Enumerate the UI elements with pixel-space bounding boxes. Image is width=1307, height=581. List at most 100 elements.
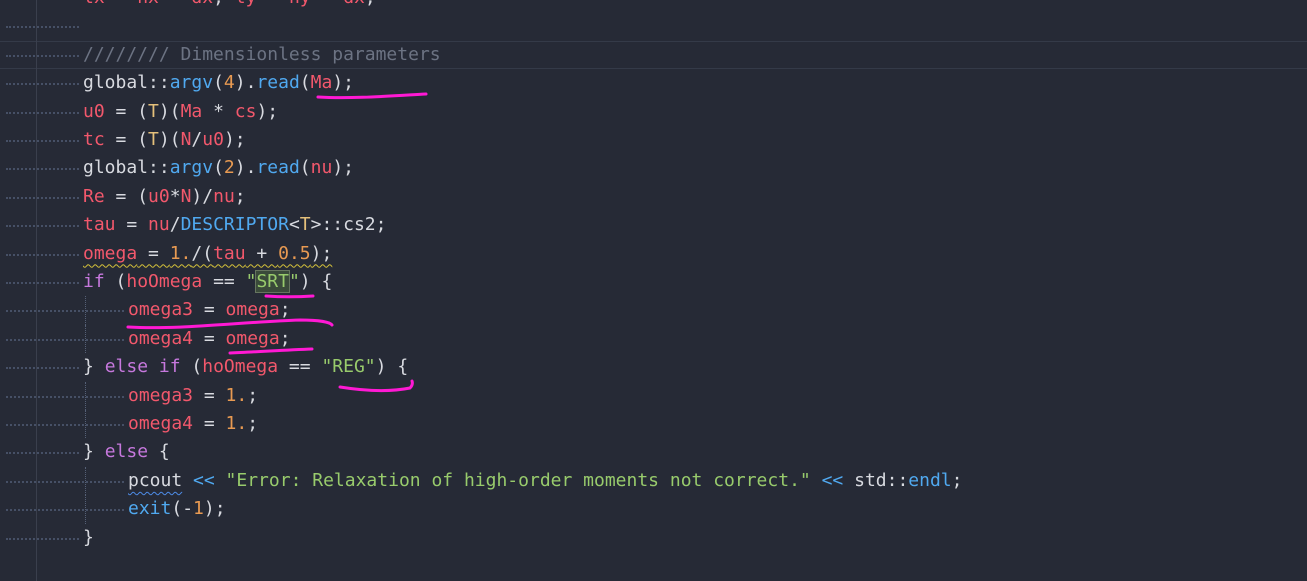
code-token: ). <box>234 72 257 94</box>
code-text[interactable]: omega4 = 1.; <box>128 410 258 438</box>
code-token: 1. <box>225 413 248 434</box>
code-token: < <box>288 214 300 236</box>
code-token: )/ <box>191 185 214 207</box>
code-token: = <box>193 299 226 321</box>
code-line[interactable]: omega = 1./(tau + 0.5); <box>0 240 1307 268</box>
code-line[interactable]: tc = (T)(N/u0); <box>0 126 1307 154</box>
code-token: Ma <box>310 72 333 94</box>
code-token: } <box>83 441 105 463</box>
code-token: = <box>105 0 138 8</box>
code-token: omega4 <box>128 413 194 434</box>
code-text[interactable]: //////// Dimensionless parameters <box>83 41 441 69</box>
code-line[interactable]: } else if (hoOmega == "REG") { <box>0 353 1307 381</box>
code-token: omega3 <box>128 384 194 406</box>
code-token: } <box>83 526 94 548</box>
code-token: nu <box>310 157 333 179</box>
code-text[interactable]: exit(-1); <box>128 495 226 523</box>
code-token: == <box>202 271 246 292</box>
code-token: omega <box>225 299 280 321</box>
code-token: N <box>180 185 192 207</box>
code-token: if <box>83 271 105 292</box>
code-token: u0 <box>202 129 224 150</box>
code-token: ny <box>289 0 311 8</box>
code-token: else if <box>104 356 181 378</box>
code-line[interactable]: } <box>0 524 1307 552</box>
code-token: } <box>83 356 105 378</box>
code-text[interactable]: u0 = (T)(Ma * cs); <box>83 98 278 126</box>
code-token: std:: <box>854 469 909 491</box>
code-token: " <box>245 271 257 292</box>
code-text[interactable]: omega4 = omega; <box>128 325 291 353</box>
code-token: dx <box>343 0 365 8</box>
whitespace-dots <box>6 83 79 86</box>
code-line[interactable]: omega3 = 1.; <box>0 381 1307 410</box>
code-text[interactable]: } else { <box>83 438 170 466</box>
code-line[interactable]: } else { <box>0 438 1307 466</box>
code-token: 2 <box>223 157 235 179</box>
code-text[interactable]: pcout << "Error: Relaxation of high-orde… <box>128 467 963 495</box>
code-token: tau <box>213 242 246 264</box>
code-line[interactable]: Re = (u0*N)/nu; <box>0 183 1307 211</box>
code-text[interactable]: omega = 1./(tau + 0.5); <box>83 240 332 268</box>
code-token: nu <box>213 185 235 207</box>
code-line[interactable]: //////// Dimensionless parameters <box>0 41 1307 69</box>
code-token: = ( <box>104 185 149 207</box>
code-line[interactable]: exit(-1); <box>0 495 1307 524</box>
code-text[interactable]: if (hoOmega == "SRT") { <box>83 268 332 296</box>
code-token: = <box>193 327 226 349</box>
code-line[interactable]: u0 = (T)(Ma * cs); <box>0 98 1307 126</box>
code-token: )( <box>158 100 181 122</box>
code-token: u0 <box>148 185 170 207</box>
code-text[interactable]: global::argv(4).read(Ma); <box>83 69 354 97</box>
code-token: = ( <box>104 100 149 122</box>
code-token: " <box>288 271 300 292</box>
code-text[interactable]: Re = (u0*N)/nu; <box>83 183 246 211</box>
code-token: 1. <box>169 242 192 264</box>
code-token: ); <box>310 242 333 264</box>
whitespace-dots <box>6 480 124 483</box>
code-token: ; <box>247 413 259 434</box>
code-token: + <box>245 242 279 264</box>
code-editor[interactable]: lx = nx - dx; ly = ny - dx; //////// Dime… <box>0 0 1307 581</box>
code-token: ( <box>213 157 224 179</box>
whitespace-dots <box>6 26 79 29</box>
indent-guide <box>85 410 86 439</box>
code-token: ); <box>332 157 355 179</box>
indent-guide <box>85 296 86 325</box>
code-text[interactable]: tc = (T)(N/u0); <box>83 126 246 154</box>
code-token: global:: <box>83 157 170 179</box>
code-line[interactable]: omega4 = 1.; <box>0 410 1307 439</box>
code-text[interactable]: lx = nx - dx; ly = ny - dx; <box>83 0 376 12</box>
code-line[interactable]: omega4 = omega; <box>0 324 1307 354</box>
code-text[interactable]: omega3 = 1.; <box>128 382 258 410</box>
code-line[interactable]: lx = nx - dx; ly = ny - dx; <box>0 0 1307 12</box>
code-text[interactable]: tau = nu/DESCRIPTOR<T>::cs2; <box>83 211 386 239</box>
code-token: ); <box>203 498 226 520</box>
code-line[interactable]: if (hoOmega == "SRT") { <box>0 268 1307 296</box>
code-text[interactable]: } <box>83 524 94 552</box>
code-token: lx <box>83 0 105 8</box>
whitespace-dots <box>6 310 124 313</box>
code-token: * <box>169 185 181 207</box>
code-line[interactable]: pcout << "Error: Relaxation of high-orde… <box>0 466 1307 496</box>
code-token: ( <box>104 271 127 292</box>
code-token: 1. <box>225 384 248 406</box>
code-line[interactable]: omega3 = omega; <box>0 296 1307 325</box>
code-line[interactable]: global::argv(4).read(Ma); <box>0 69 1307 97</box>
code-line[interactable]: tau = nu/DESCRIPTOR<T>::cs2; <box>0 211 1307 239</box>
code-token: Re <box>83 185 105 207</box>
code-line[interactable]: global::argv(2).read(nu); <box>0 154 1307 182</box>
code-token: read <box>256 72 300 94</box>
code-token: ) { <box>299 271 333 292</box>
code-line[interactable] <box>0 12 1307 40</box>
code-token: ; <box>279 299 291 321</box>
code-token: DESCRIPTOR <box>180 214 289 236</box>
code-token: T <box>299 214 311 236</box>
code-token: omega <box>225 327 280 349</box>
code-text[interactable]: global::argv(2).read(nu); <box>83 154 354 182</box>
code-text[interactable]: omega3 = omega; <box>128 296 291 324</box>
code-token: >::cs2; <box>310 214 387 236</box>
code-token: ; <box>234 185 246 207</box>
code-token: Ma <box>180 100 203 122</box>
code-text[interactable]: } else if (hoOmega == "REG") { <box>83 353 408 381</box>
